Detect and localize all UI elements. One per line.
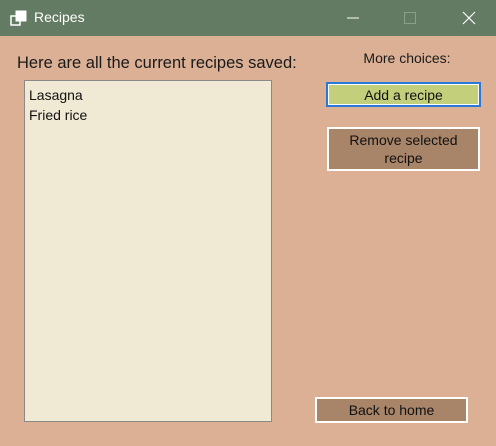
recipes-listbox[interactable]: Lasagna Fried rice bbox=[24, 80, 272, 422]
app-icon bbox=[10, 10, 27, 26]
add-recipe-button[interactable]: Add a recipe bbox=[326, 82, 481, 107]
minimize-icon bbox=[347, 17, 359, 19]
maximize-icon bbox=[404, 12, 416, 24]
window-title: Recipes bbox=[34, 9, 85, 25]
minimize-button[interactable] bbox=[330, 0, 376, 36]
recipes-heading: Here are all the current recipes saved: bbox=[17, 54, 297, 72]
maximize-button bbox=[387, 0, 433, 36]
close-icon bbox=[462, 11, 476, 25]
list-item[interactable]: Lasagna bbox=[25, 85, 271, 105]
list-item[interactable]: Fried rice bbox=[25, 105, 271, 125]
title-bar: Recipes bbox=[0, 0, 496, 36]
more-choices-label: More choices: bbox=[363, 50, 451, 66]
back-to-home-button[interactable]: Back to home bbox=[315, 397, 468, 423]
remove-recipe-button[interactable]: Remove selected recipe bbox=[327, 127, 480, 171]
close-button[interactable] bbox=[446, 0, 492, 36]
